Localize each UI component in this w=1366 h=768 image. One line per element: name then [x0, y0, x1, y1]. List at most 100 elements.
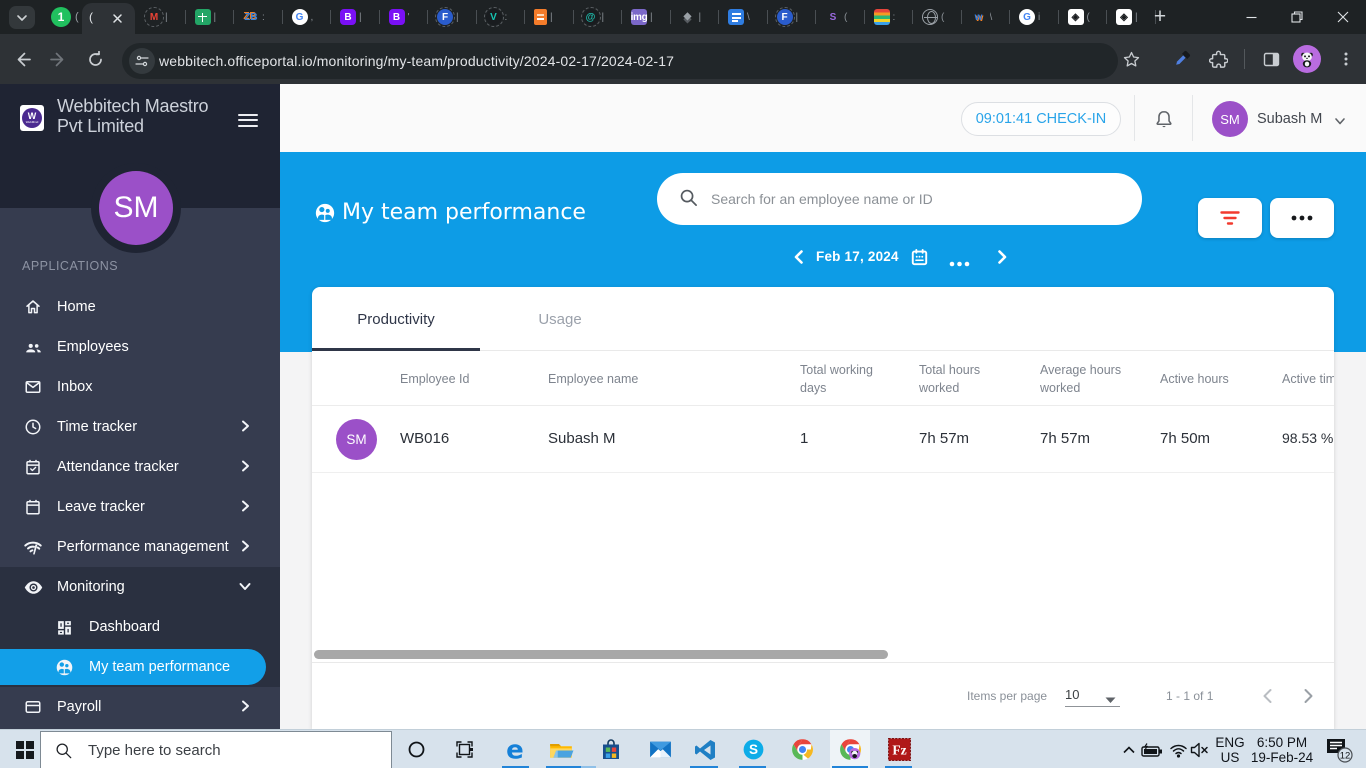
tab-usage[interactable]: Usage: [476, 287, 644, 351]
column-total-hours-worked[interactable]: Total hours worked: [919, 361, 980, 397]
browser-tab[interactable]: B ': [380, 0, 428, 34]
more-options-button[interactable]: [1270, 198, 1334, 238]
calendar-icon: [22, 498, 44, 516]
notification-bell-icon[interactable]: [1153, 109, 1175, 134]
sidebar-item-my-team-performance[interactable]: My team performance: [0, 647, 280, 687]
select-arrow-icon[interactable]: [1105, 693, 1116, 707]
sidebar-item-monitoring[interactable]: Monitoring: [0, 567, 280, 607]
previous-page-button[interactable]: [1259, 687, 1277, 708]
chevron-right-icon: [238, 419, 252, 437]
browser-profile-avatar[interactable]: [1293, 45, 1321, 73]
sidebar-item-attendance-tracker[interactable]: Attendance tracker: [0, 447, 280, 487]
calendar-icon[interactable]: [910, 248, 929, 270]
browser-tab[interactable]: F |: [428, 0, 477, 34]
tab-title-sliver: |: [359, 11, 362, 23]
reload-button[interactable]: [82, 46, 108, 72]
sidebar-item-home[interactable]: Home: [0, 287, 280, 327]
chevron-right-icon: [238, 459, 252, 477]
clock-indicator[interactable]: 6:50 PM 19-Feb-24: [1248, 735, 1316, 765]
previous-day-button[interactable]: [791, 249, 807, 268]
user-avatar[interactable]: SM: [99, 171, 173, 245]
filter-icon: [1220, 211, 1240, 225]
language-indicator[interactable]: ENG US: [1212, 735, 1248, 765]
sidebar-item-time-tracker[interactable]: Time tracker: [0, 407, 280, 447]
active-tab[interactable]: (: [82, 3, 135, 34]
sidebar-item-employees[interactable]: Employees: [0, 327, 280, 367]
column-active-hours[interactable]: Active hours: [1160, 370, 1229, 388]
sidebar-item-dashboard[interactable]: Dashboard: [0, 607, 280, 647]
filter-button[interactable]: [1198, 198, 1262, 238]
mail-icon: [22, 378, 44, 396]
browser-tab[interactable]: M |: [137, 0, 186, 34]
sidebar-item-leave-tracker[interactable]: Leave tracker: [0, 487, 280, 527]
browser-tab[interactable]: (: [913, 0, 962, 34]
header-user-name[interactable]: Subash M: [1257, 111, 1322, 127]
tab-search-button[interactable]: [9, 6, 35, 29]
browser-menu-button[interactable]: [1332, 45, 1360, 73]
browser-tab[interactable]: S (: [816, 0, 865, 34]
site-info-button[interactable]: [129, 48, 155, 74]
column-employee-id[interactable]: Employee Id: [400, 370, 469, 388]
hamburger-menu-icon[interactable]: [238, 114, 258, 130]
column-active-time[interactable]: Active tim: [1282, 370, 1334, 388]
new-tab-button[interactable]: +: [1148, 5, 1172, 29]
items-per-page-select[interactable]: 10: [1065, 687, 1079, 702]
address-bar[interactable]: webbitech.officeportal.io/monitoring/my-…: [122, 43, 1118, 79]
close-window-button[interactable]: [1320, 0, 1366, 34]
next-day-button[interactable]: [994, 249, 1010, 268]
side-panel-button[interactable]: [1257, 45, 1285, 73]
column-average-hours-worked[interactable]: Average hours worked: [1040, 361, 1121, 397]
notification-center-button[interactable]: 12: [1322, 730, 1356, 768]
sidebar-item-payroll[interactable]: Payroll: [0, 687, 280, 727]
sidebar-item-inbox[interactable]: Inbox: [0, 367, 280, 407]
company-name: Webbitech Maestro Pvt Limited: [57, 96, 237, 136]
sidebar-item-performance-management[interactable]: Performance management: [0, 527, 280, 567]
tab-favicon: [873, 9, 890, 25]
browser-tab[interactable]: \: [719, 0, 768, 34]
browser-tab[interactable]: img |: [622, 0, 671, 34]
chevron-right-icon: [238, 539, 252, 557]
search-icon: [679, 188, 698, 210]
browser-tab[interactable]: V :: [477, 0, 525, 34]
url-text[interactable]: webbitech.officeportal.io/monitoring/my-…: [159, 53, 674, 69]
tab-title-sliver: ': [407, 11, 410, 23]
tab-productivity[interactable]: Productivity: [312, 287, 480, 351]
browser-tab[interactable]: B |: [331, 0, 380, 34]
tab-title-sliver: |: [698, 11, 702, 23]
checkin-button[interactable]: 09:01:41 CHECK-IN: [961, 102, 1121, 136]
minimize-button[interactable]: [1228, 0, 1274, 34]
extensions-puzzle-icon[interactable]: [1204, 45, 1232, 73]
forward-button[interactable]: [45, 46, 71, 72]
header-divider: [1134, 95, 1135, 141]
header-user-avatar[interactable]: SM: [1212, 101, 1248, 137]
browser-tab[interactable]: F |: [768, 0, 816, 34]
bookmark-star-button[interactable]: [1117, 45, 1145, 73]
small-tabs: M | | ZB : G , B | B ' F | V: | @ | img…: [137, 0, 1156, 34]
browser-tab[interactable]: |: [671, 0, 719, 34]
column-total-working-days[interactable]: Total working days: [800, 361, 873, 397]
browser-tab[interactable]: (: [1059, 0, 1107, 34]
table-row[interactable]: SM WB016 Subash M 1 7h 57m 7h 57m 7h 50m…: [312, 406, 1334, 473]
browser-tab[interactable]: G i: [1010, 0, 1059, 34]
wallet-icon: [22, 698, 44, 716]
select-underline: [1065, 706, 1120, 707]
browser-tab[interactable]: @ |: [574, 0, 622, 34]
employee-search-box[interactable]: Search for an employee name or ID: [657, 173, 1142, 225]
back-button[interactable]: [9, 46, 35, 72]
browser-tab[interactable]: ZB :: [234, 0, 283, 34]
browser-tab[interactable]: G ,: [283, 0, 331, 34]
browser-tab[interactable]: :: [865, 0, 913, 34]
tab-whatsapp[interactable]: 1 (: [44, 3, 82, 31]
date-more-options-button[interactable]: [949, 254, 970, 270]
column-employee-name[interactable]: Employee name: [548, 370, 638, 388]
tab-close-icon[interactable]: [110, 11, 125, 26]
browser-tab[interactable]: w \: [962, 0, 1010, 34]
date-label[interactable]: Feb 17, 2024: [816, 249, 899, 264]
browser-tab[interactable]: |: [525, 0, 574, 34]
horizontal-scrollbar-thumb[interactable]: [314, 650, 888, 659]
chevron-down-icon[interactable]: [1333, 114, 1347, 131]
next-page-button[interactable]: [1299, 687, 1317, 708]
eyedropper-extension-icon[interactable]: [1168, 45, 1196, 73]
browser-tab[interactable]: |: [186, 0, 234, 34]
maximize-button[interactable]: [1274, 0, 1320, 34]
